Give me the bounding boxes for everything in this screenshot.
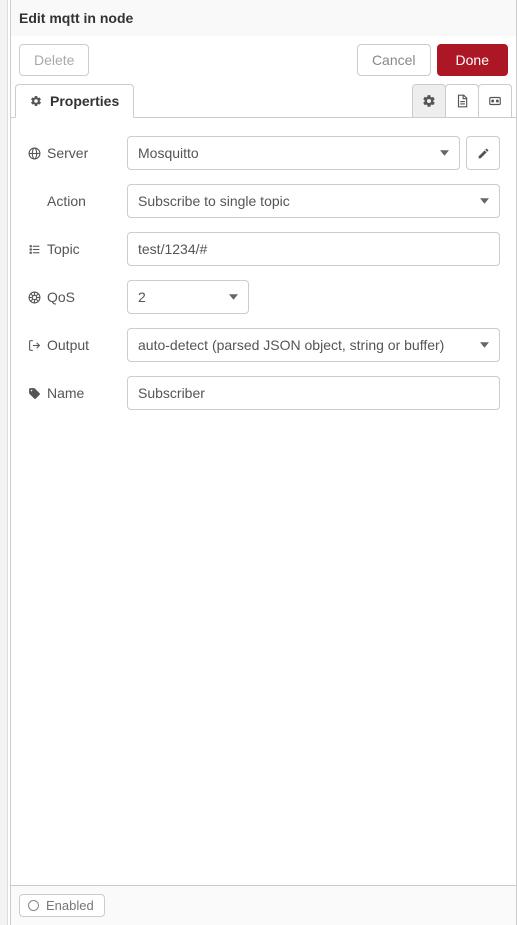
tab-icon-group — [413, 84, 516, 117]
enabled-label: Enabled — [46, 898, 94, 913]
enabled-toggle[interactable]: Enabled — [19, 894, 105, 917]
resize-handle[interactable] — [0, 0, 8, 925]
output-label-text: Output — [47, 337, 89, 353]
output-label: Output — [27, 337, 127, 353]
topic-label-text: Topic — [47, 241, 80, 257]
server-label-text: Server — [47, 145, 88, 161]
row-output: Output auto-detect (parsed JSON object, … — [27, 328, 500, 362]
name-input[interactable] — [127, 376, 500, 410]
empire-icon — [27, 291, 41, 304]
server-select[interactable]: Mosquitto — [127, 136, 460, 170]
row-qos: QoS 2 — [27, 280, 500, 314]
form-body: Server Mosquitto Action Subscribe to sin… — [11, 118, 516, 885]
row-name: Name — [27, 376, 500, 410]
tab-node-appearance[interactable] — [478, 84, 512, 118]
tab-properties-label: Properties — [50, 93, 119, 109]
gear-icon — [30, 95, 42, 107]
output-select[interactable]: auto-detect (parsed JSON object, string … — [127, 328, 500, 362]
globe-icon — [27, 147, 41, 160]
edit-server-config-button[interactable] — [466, 136, 500, 170]
row-topic: Topic — [27, 232, 500, 266]
panel-footer: Enabled — [11, 885, 516, 925]
done-button[interactable]: Done — [437, 44, 508, 76]
tasks-icon — [27, 243, 41, 256]
tab-node-settings[interactable] — [412, 84, 446, 118]
tag-icon — [27, 387, 41, 400]
gear-icon — [422, 94, 436, 108]
sign-out-icon — [27, 339, 41, 352]
panel-toolbar: Delete Cancel Done — [11, 36, 516, 84]
panel-header: Edit mqtt in node — [11, 0, 516, 36]
action-label: Action — [27, 193, 127, 209]
topic-input[interactable] — [127, 232, 500, 266]
qos-label: QoS — [27, 289, 127, 305]
server-label: Server — [27, 145, 127, 161]
toolbar-right: Cancel Done — [357, 44, 508, 76]
appearance-icon — [488, 94, 502, 108]
edit-panel: Edit mqtt in node Delete Cancel Done Pro… — [10, 0, 517, 925]
tabs-row: Properties — [11, 84, 516, 118]
pencil-icon — [477, 147, 490, 160]
name-label-text: Name — [47, 385, 84, 401]
action-label-text: Action — [47, 193, 86, 209]
name-label: Name — [27, 385, 127, 401]
row-action: Action Subscribe to single topic — [27, 184, 500, 218]
document-icon — [455, 94, 469, 108]
row-server: Server Mosquitto — [27, 136, 500, 170]
action-select[interactable]: Subscribe to single topic — [127, 184, 500, 218]
topic-label: Topic — [27, 241, 127, 257]
qos-label-text: QoS — [47, 289, 75, 305]
delete-button[interactable]: Delete — [19, 44, 89, 76]
panel-title: Edit mqtt in node — [19, 10, 508, 26]
circle-icon — [28, 900, 39, 911]
tab-properties[interactable]: Properties — [15, 84, 134, 118]
qos-select[interactable]: 2 — [127, 280, 249, 314]
tab-node-description[interactable] — [445, 84, 479, 118]
cancel-button[interactable]: Cancel — [357, 44, 431, 76]
